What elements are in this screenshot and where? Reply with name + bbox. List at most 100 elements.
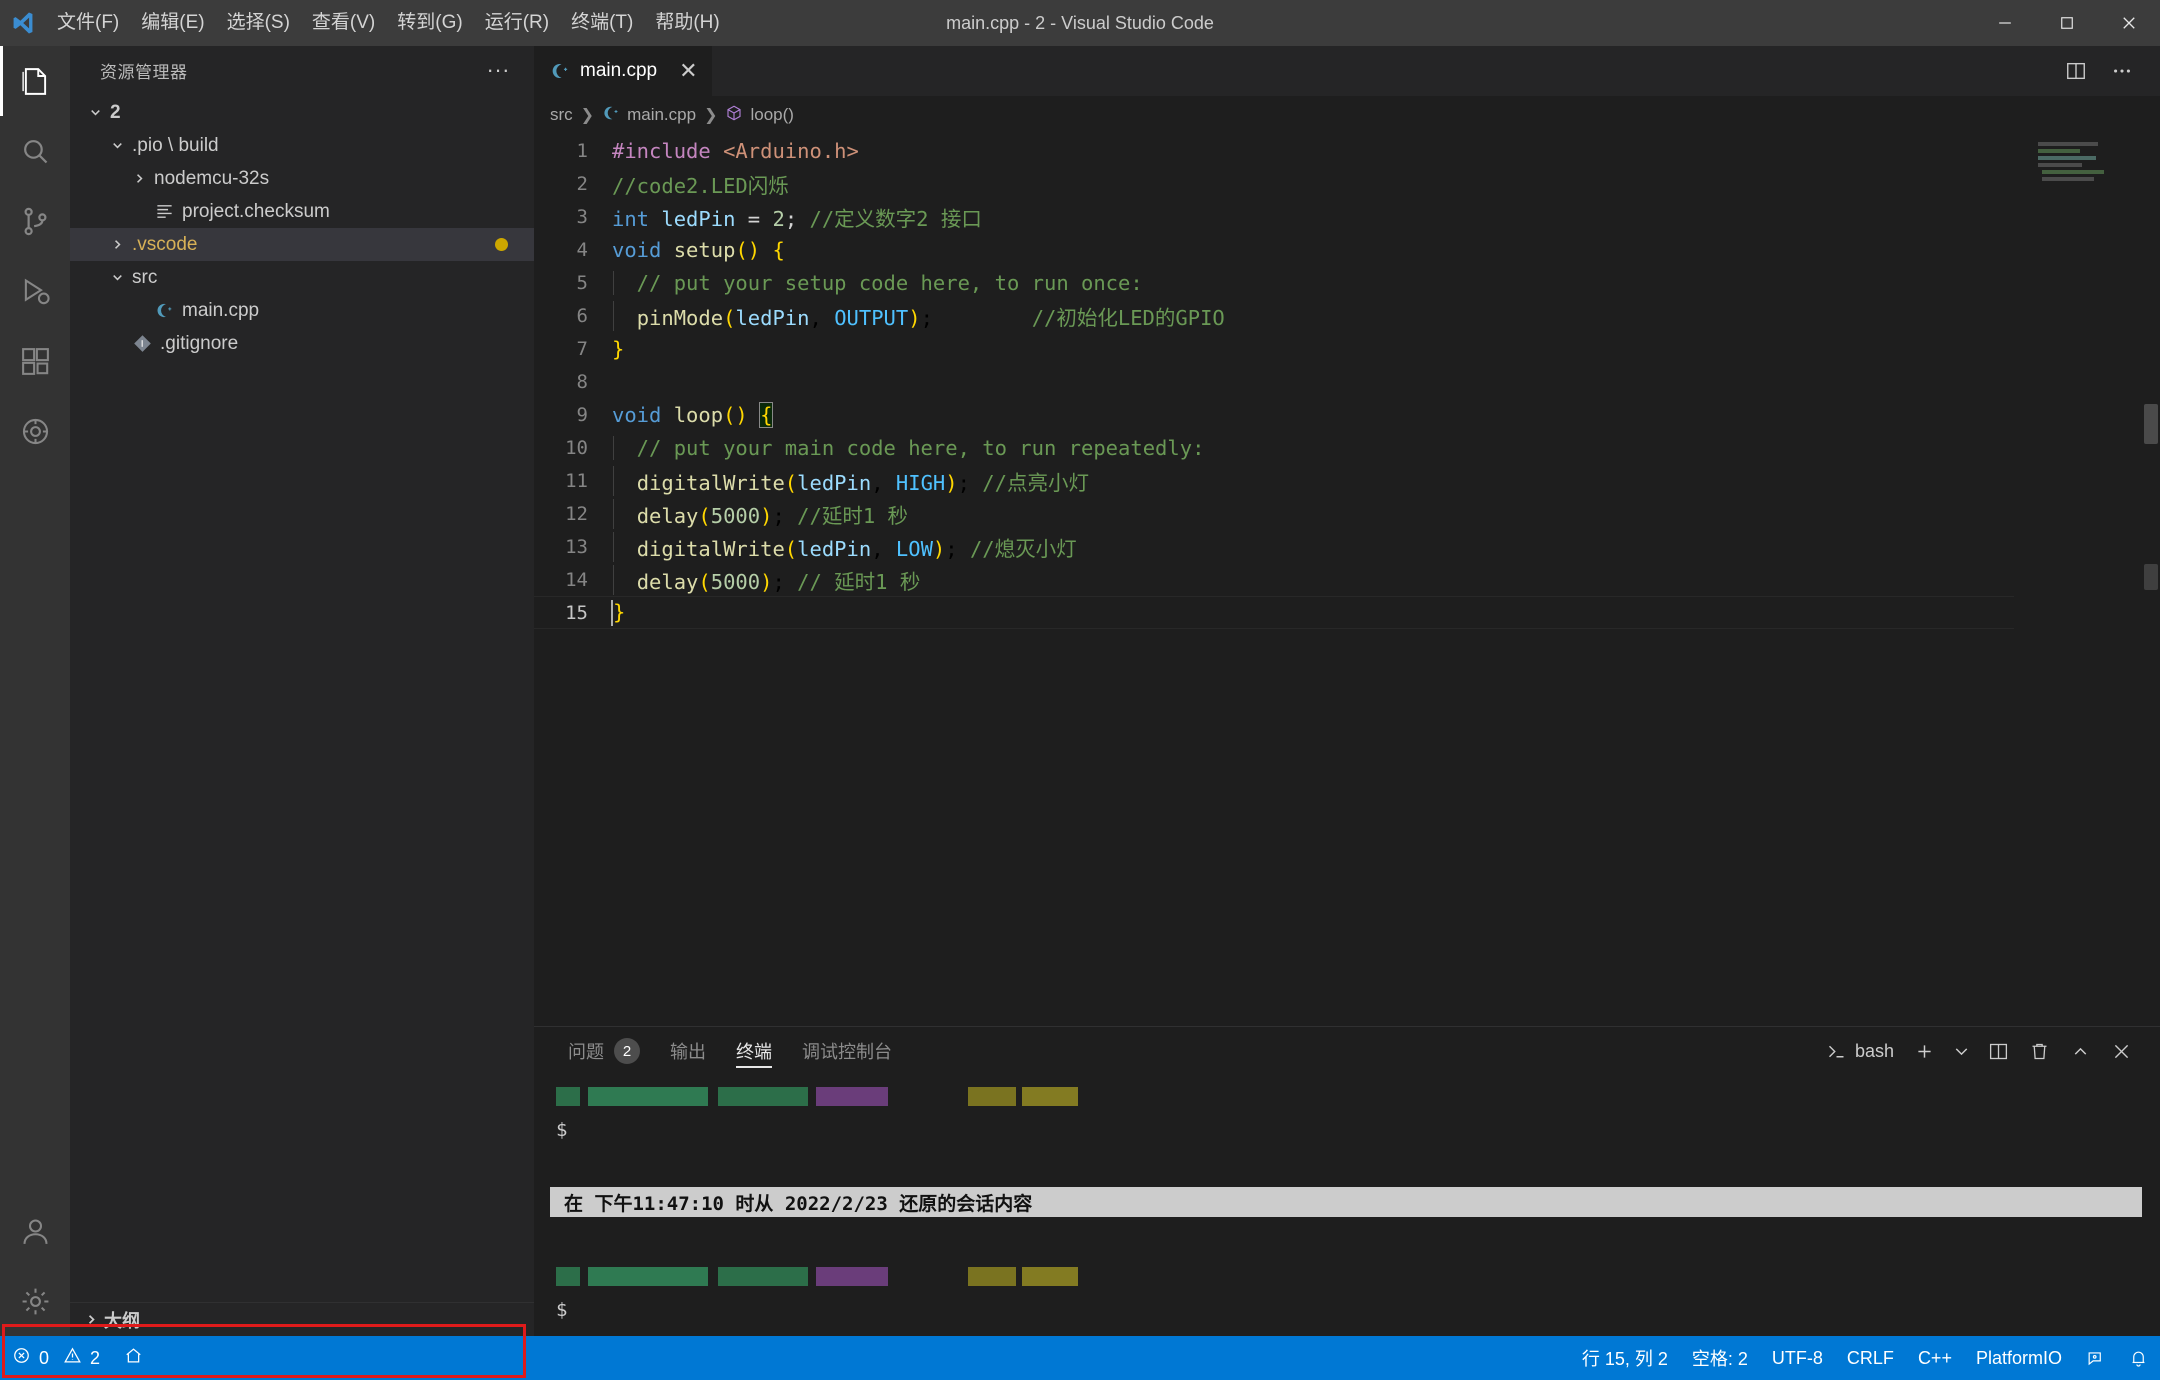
tree-item-main-cpp[interactable]: main.cpp xyxy=(70,294,534,327)
status-cursor-position[interactable]: 行 15, 列 2 xyxy=(1570,1336,1680,1380)
editor-more-actions-icon[interactable] xyxy=(2102,51,2142,91)
activity-source-control-icon[interactable] xyxy=(0,186,70,256)
new-terminal-icon[interactable] xyxy=(1906,1031,1943,1071)
tab-main-cpp[interactable]: main.cpp ✕ xyxy=(534,46,713,96)
vscode-logo-icon xyxy=(0,0,46,46)
chevron-right-icon xyxy=(128,172,150,185)
breadcrumb-label-src: src xyxy=(550,105,573,124)
status-notifications-bell-icon[interactable] xyxy=(2117,1336,2160,1380)
code-line-15: 15 } xyxy=(534,596,2014,629)
tab-label: main.cpp xyxy=(580,60,658,81)
tree-label-vscode: .vscode xyxy=(132,233,198,255)
tree-item-root-2[interactable]: 2 xyxy=(70,96,534,129)
breadcrumb-loop[interactable]: loop() xyxy=(725,104,794,127)
explorer-header: 资源管理器 ··· xyxy=(70,46,534,94)
terminal-output-row-2 xyxy=(556,1259,2160,1293)
workbench-body: 资源管理器 ··· 2 .pio \ build nodemcu-32s pro… xyxy=(0,46,2160,1336)
menu-selection[interactable]: 选择(S) xyxy=(216,0,301,46)
line-number: 5 xyxy=(576,271,588,294)
tree-item-gitignore[interactable]: .gitignore xyxy=(70,327,534,360)
status-platformio[interactable]: PlatformIO xyxy=(1964,1336,2074,1380)
menu-run[interactable]: 运行(R) xyxy=(474,0,560,46)
terminal-content[interactable]: $ 在 下午11:47:10 时从 2022/2/23 还原的会话内容 $ xyxy=(534,1075,2160,1336)
chevron-down-icon xyxy=(106,271,128,284)
line-number: 6 xyxy=(576,304,588,327)
line-number: 3 xyxy=(576,205,588,228)
line-number: 11 xyxy=(565,469,588,492)
split-editor-icon[interactable] xyxy=(2056,51,2096,91)
panel-tab-debug-console[interactable]: 调试控制台 xyxy=(790,1027,904,1075)
tree-item-project-checksum[interactable]: project.checksum xyxy=(70,195,534,228)
maximize-button[interactable] xyxy=(2036,0,2098,46)
code-line-12: 12 delay(5000); //延时1 秒 xyxy=(534,497,2160,530)
panel-tab-problems[interactable]: 问题 2 xyxy=(556,1027,652,1075)
error-icon xyxy=(12,1346,31,1370)
line-number: 7 xyxy=(576,337,588,360)
activity-run-debug-icon[interactable] xyxy=(0,256,70,326)
activity-accounts-icon[interactable] xyxy=(0,1196,70,1266)
activity-settings-gear-icon[interactable] xyxy=(0,1266,70,1336)
breadcrumb-src[interactable]: src xyxy=(550,105,573,125)
panel-tab-output[interactable]: 输出 xyxy=(658,1027,718,1075)
terminal-prompt-1: $ xyxy=(556,1119,568,1141)
terminal-dropdown-chevron-down-icon[interactable] xyxy=(1947,1031,1976,1071)
scrollbar-thumb[interactable] xyxy=(2144,404,2158,444)
file-tree: 2 .pio \ build nodemcu-32s project.check… xyxy=(70,94,534,1302)
panel-tab-label-debug-console: 调试控制台 xyxy=(802,1042,892,1062)
activity-extensions-icon[interactable] xyxy=(0,326,70,396)
tab-close-icon[interactable]: ✕ xyxy=(679,60,697,82)
tree-label-src: src xyxy=(132,266,158,288)
chevron-down-icon xyxy=(84,106,106,119)
tree-label-root: 2 xyxy=(110,101,121,123)
status-encoding[interactable]: UTF-8 xyxy=(1760,1336,1835,1380)
tree-label-project-checksum: project.checksum xyxy=(182,200,330,222)
editor-vertical-scrollbar[interactable] xyxy=(2142,134,2160,1026)
close-panel-icon[interactable] xyxy=(2103,1031,2140,1071)
activity-search-icon[interactable] xyxy=(0,116,70,186)
explorer-more-actions-icon[interactable]: ··· xyxy=(477,57,520,83)
cpp-icon xyxy=(550,61,570,81)
code-line-10: 10 // put your main code here, to run re… xyxy=(534,431,2160,464)
status-feedback-icon[interactable] xyxy=(2074,1336,2117,1380)
menu-go[interactable]: 转到(G) xyxy=(386,0,473,46)
status-platformio-home[interactable] xyxy=(112,1336,155,1380)
kill-terminal-trash-icon[interactable] xyxy=(2021,1031,2058,1071)
status-problems[interactable]: 0 2 xyxy=(0,1336,112,1380)
menu-bar[interactable]: 文件(F) 编辑(E) 选择(S) 查看(V) 转到(G) 运行(R) 终端(T… xyxy=(46,0,731,46)
split-terminal-icon[interactable] xyxy=(1980,1031,2017,1071)
menu-edit[interactable]: 编辑(E) xyxy=(130,0,215,46)
warning-icon xyxy=(63,1346,82,1370)
line-number: 9 xyxy=(576,403,588,426)
code-editor[interactable]: 1 #include <Arduino.h> 2 //code2.LED闪烁 3… xyxy=(534,134,2160,1026)
line-number: 10 xyxy=(565,436,588,459)
code-line-11: 11 digitalWrite(ledPin, HIGH); //点亮小灯 xyxy=(534,464,2160,497)
maximize-panel-chevron-up-icon[interactable] xyxy=(2062,1031,2099,1071)
panel-tab-label-terminal: 终端 xyxy=(736,1042,772,1062)
activity-explorer-icon[interactable] xyxy=(0,46,70,116)
menu-terminal[interactable]: 终端(T) xyxy=(560,0,644,46)
status-language-mode[interactable]: C++ xyxy=(1906,1336,1964,1380)
minimize-button[interactable] xyxy=(1974,0,2036,46)
panel-tab-terminal[interactable]: 终端 xyxy=(724,1027,784,1075)
breadcrumb-main-cpp[interactable]: main.cpp xyxy=(602,104,696,127)
menu-view[interactable]: 查看(V) xyxy=(301,0,386,46)
tree-item-vscode[interactable]: .vscode xyxy=(70,228,534,261)
line-number-current: 15 xyxy=(565,601,588,624)
code-line-8: 8 xyxy=(534,365,2160,398)
terminal-shell-selector[interactable]: bash xyxy=(1818,1031,1902,1071)
outline-section-header[interactable]: 大纲 xyxy=(70,1302,534,1336)
status-eol[interactable]: CRLF xyxy=(1835,1336,1906,1380)
line-number: 14 xyxy=(565,568,588,591)
tree-item-pio-build[interactable]: .pio \ build xyxy=(70,129,534,162)
tree-item-src[interactable]: src xyxy=(70,261,534,294)
tree-item-nodemcu-32s[interactable]: nodemcu-32s xyxy=(70,162,534,195)
status-indentation[interactable]: 空格: 2 xyxy=(1680,1336,1760,1380)
activity-platformio-icon[interactable] xyxy=(0,396,70,466)
home-icon xyxy=(124,1346,143,1370)
window-controls xyxy=(1974,0,2160,46)
menu-file[interactable]: 文件(F) xyxy=(46,0,130,46)
code-line-5: 5 // put your setup code here, to run on… xyxy=(534,266,2160,299)
close-button[interactable] xyxy=(2098,0,2160,46)
menu-help[interactable]: 帮助(H) xyxy=(644,0,730,46)
problems-count-badge: 2 xyxy=(614,1038,640,1064)
